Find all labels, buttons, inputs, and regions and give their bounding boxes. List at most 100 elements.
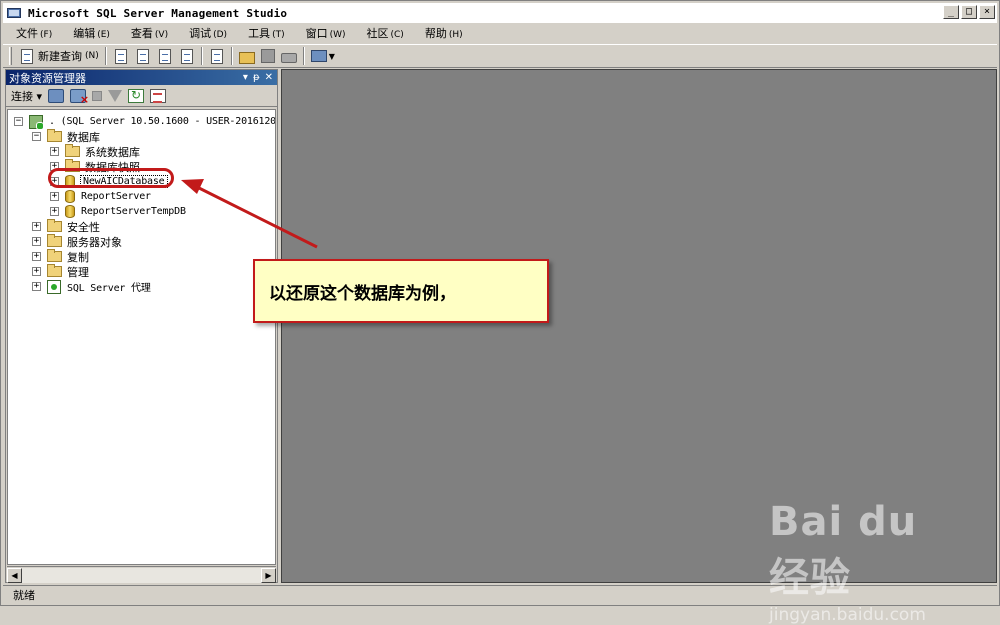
open-file-button[interactable]	[236, 46, 258, 66]
ssms-window: Microsoft SQL Server Management Studio _…	[0, 0, 1000, 625]
scroll-track[interactable]	[22, 567, 261, 583]
object-explorer-toolbar: 连接 ▾	[6, 85, 277, 107]
collapse-icon[interactable]: −	[14, 117, 23, 126]
toolbar-separator	[104, 47, 107, 65]
expand-icon[interactable]: +	[50, 147, 59, 156]
dmx-query-icon	[158, 48, 171, 64]
database-engine-query-icon	[136, 48, 149, 64]
refresh-icon[interactable]	[128, 88, 145, 103]
folder-icon	[65, 144, 80, 157]
database-icon	[65, 190, 75, 203]
auto-hide-pin-icon[interactable]: ᵽ	[253, 72, 260, 83]
expand-icon[interactable]: +	[32, 237, 41, 246]
minimize-button[interactable]: _	[943, 5, 959, 19]
expand-icon[interactable]: +	[32, 222, 41, 231]
window-controls: _ □ ×	[943, 5, 995, 19]
close-panel-icon[interactable]: ✕	[265, 72, 273, 83]
toolbar-separator	[200, 47, 203, 65]
tree-node-management[interactable]: + 管理	[32, 264, 89, 279]
folder-icon	[47, 219, 62, 232]
maximize-button[interactable]: □	[961, 5, 977, 19]
sql-agent-icon	[47, 279, 61, 294]
filter-icon[interactable]	[108, 89, 123, 102]
window-title: Microsoft SQL Server Management Studio	[28, 6, 288, 20]
expand-icon[interactable]: +	[32, 282, 41, 291]
watermark-logo: Bai du 经验	[769, 499, 918, 601]
folder-icon	[47, 249, 62, 262]
menu-edit[interactable]: 编辑 (E)	[60, 25, 118, 41]
menu-help[interactable]: 帮助 (H)	[412, 25, 471, 41]
horizontal-scrollbar[interactable]: ◀ ▶	[7, 566, 276, 583]
new-file-button[interactable]	[110, 46, 132, 66]
new-query-button[interactable]: 新建查询 (N)	[16, 46, 102, 66]
stop-icon[interactable]	[92, 90, 103, 101]
dmx-query-button[interactable]	[154, 46, 176, 66]
connect-dropdown[interactable]: 连接 ▾	[11, 88, 42, 104]
folder-icon	[47, 234, 62, 247]
xmla-query-button[interactable]	[176, 46, 198, 66]
activity-monitor-button[interactable]: ▼	[308, 46, 338, 66]
toolbar-grip[interactable]	[9, 47, 12, 65]
scroll-right-button[interactable]: ▶	[261, 567, 276, 583]
object-explorer-panel: 对象资源管理器 ▾ ᵽ ✕ 连接 ▾ − . (SQL Server 10.50…	[5, 69, 278, 583]
callout-box: 以还原这个数据库为例，	[253, 259, 549, 323]
highlight-ring	[48, 168, 174, 188]
close-button[interactable]: ×	[979, 5, 995, 19]
save-icon	[260, 49, 275, 63]
database-icon	[65, 205, 75, 218]
baidu-jingyan-watermark: Bai du 经验 jingyan.baidu.com	[769, 499, 969, 625]
connect-object-explorer-icon[interactable]	[48, 88, 65, 103]
xmla-query-icon	[180, 48, 193, 64]
menu-window[interactable]: 窗口 (W)	[293, 25, 354, 41]
callout-text: 以还原这个数据库为例，	[269, 283, 456, 304]
tree-node-server[interactable]: − . (SQL Server 10.50.1600 - USER-201612…	[14, 114, 276, 130]
new-project-button[interactable]	[206, 46, 228, 66]
chevron-down-icon[interactable]: ▼	[329, 52, 335, 61]
toolbar-separator	[302, 47, 305, 65]
expand-icon[interactable]: +	[32, 252, 41, 261]
tree-node-reportservertempdb[interactable]: + ReportServerTempDB	[50, 204, 186, 219]
disconnect-icon[interactable]	[70, 88, 89, 106]
tree-node-system-databases[interactable]: + 系统数据库	[50, 144, 140, 159]
title-bar: Microsoft SQL Server Management Studio _…	[3, 3, 997, 23]
tree-node-security[interactable]: + 安全性	[32, 219, 100, 234]
folder-icon	[47, 264, 62, 277]
expand-icon[interactable]: +	[50, 207, 59, 216]
new-query-icon	[21, 48, 33, 64]
toolbar-separator	[230, 47, 233, 65]
menu-bar: 文件 (F) 编辑 (E) 查看 (V) 调试 (D) 工具 (T) 窗口 (W) 社区 (C…	[3, 23, 997, 43]
tree-node-sql-server-agent[interactable]: + SQL Server 代理	[32, 279, 151, 294]
tree-node-replication[interactable]: + 复制	[32, 249, 89, 264]
expand-icon[interactable]: +	[32, 267, 41, 276]
server-label: . (SQL Server 10.50.1600 - USER-20161208	[49, 116, 276, 127]
database-engine-query-button[interactable]	[132, 46, 154, 66]
ssms-app-icon	[6, 5, 22, 21]
tree-node-reportserver[interactable]: + ReportServer	[50, 189, 151, 204]
activity-monitor-icon	[310, 50, 327, 62]
tree-node-databases[interactable]: − 数据库	[32, 129, 100, 144]
watermark-url: jingyan.baidu.com	[769, 605, 926, 625]
standard-toolbar: 新建查询 (N) ▼	[3, 44, 997, 68]
menu-view[interactable]: 查看 (V)	[118, 25, 176, 41]
object-explorer-header: 对象资源管理器 ▾ ᵽ ✕	[6, 70, 277, 85]
save-button[interactable]	[258, 46, 278, 66]
server-icon	[29, 114, 44, 130]
window-position-dropdown-icon[interactable]: ▾	[243, 72, 248, 83]
object-explorer-title: 对象资源管理器	[9, 71, 86, 85]
new-project-icon	[210, 48, 223, 64]
menu-debug[interactable]: 调试 (D)	[176, 25, 235, 41]
expand-icon[interactable]: +	[50, 192, 59, 201]
open-folder-icon	[238, 51, 255, 64]
status-text: 就绪	[13, 589, 35, 602]
print-icon	[280, 53, 297, 63]
menu-file[interactable]: 文件 (F)	[3, 25, 60, 41]
report-icon[interactable]	[150, 88, 167, 103]
tree-node-server-objects[interactable]: + 服务器对象	[32, 234, 122, 249]
folder-icon	[47, 129, 62, 142]
collapse-icon[interactable]: −	[32, 132, 41, 141]
print-button[interactable]	[278, 46, 300, 66]
panel-header-buttons: ▾ ᵽ ✕	[243, 72, 277, 83]
menu-tools[interactable]: 工具 (T)	[235, 25, 293, 41]
menu-community[interactable]: 社区 (C)	[354, 25, 412, 41]
scroll-left-button[interactable]: ◀	[7, 567, 22, 583]
